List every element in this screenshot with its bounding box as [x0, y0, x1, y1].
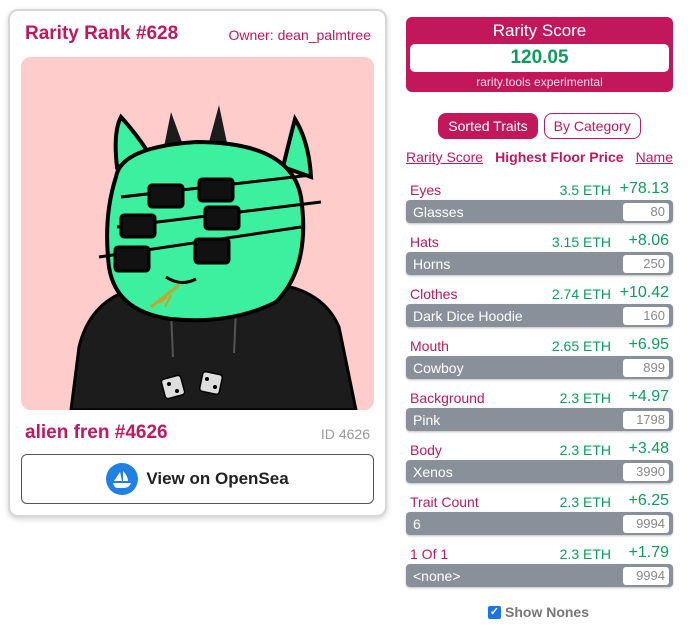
nft-card: Rarity Rank #628 Owner: dean_palmtree al… [8, 9, 387, 517]
trait-score: +6.95 [628, 336, 669, 353]
trait-name: Body [410, 442, 442, 458]
trait-value: Horns [413, 255, 451, 272]
opensea-logo-icon [106, 463, 139, 495]
trait-score: +8.06 [628, 232, 669, 249]
trait-count: 250 [623, 254, 669, 273]
rarity-rank-title: Rarity Rank #628 [25, 23, 179, 44]
trait-value: 6 [413, 515, 421, 532]
trait-name: Trait Count [410, 494, 479, 510]
trait-count: 9994 [623, 514, 669, 533]
opensea-button-label: View on OpenSea [146, 469, 289, 488]
trait-floor-price: 2.3 ETH [559, 390, 611, 406]
trait-count: 160 [623, 306, 669, 325]
trait-row[interactable]: Mouth 2.65 ETH +6.95 Cowboy 899 [406, 334, 673, 386]
trait-score: +3.48 [628, 440, 669, 457]
trait-row[interactable]: Clothes 2.74 ETH +10.42 Dark Dice Hoodie 16… [406, 282, 673, 334]
trait-row[interactable]: Trait Count 2.3 ETH +6.25 6 9994 [406, 490, 673, 542]
tab-sorted-traits[interactable]: Sorted Traits [438, 113, 538, 139]
sort-name[interactable]: Name [636, 149, 673, 165]
trait-floor-price: 2.3 ETH [559, 494, 611, 510]
rarity-score-value: 120.05 [410, 44, 669, 72]
trait-row[interactable]: Eyes 3.5 ETH +78.13 Glasses 80 [406, 178, 673, 230]
trait-floor-price: 2.3 ETH [559, 442, 611, 458]
view-on-opensea-button[interactable]: View on OpenSea [21, 454, 374, 504]
traits-list: Eyes 3.5 ETH +78.13 Glasses 80 Hats 3.15 ETH… [406, 178, 673, 594]
sort-rarity-score[interactable]: Rarity Score [406, 149, 483, 165]
trait-value: <none> [413, 567, 461, 584]
trait-name: Eyes [410, 182, 442, 198]
trait-value: Cowboy [413, 359, 464, 376]
trait-value: Pink [413, 411, 441, 428]
trait-row[interactable]: Body 2.3 ETH +3.48 Xenos 3990 [406, 438, 673, 490]
trait-count: 9994 [623, 566, 669, 585]
trait-row[interactable]: Hats 3.15 ETH +8.06 Horns 250 [406, 230, 673, 282]
trait-floor-price: 3.15 ETH [551, 234, 611, 250]
rarity-score-subtitle: rarity.tools experimental [476, 75, 603, 89]
trait-row[interactable]: Background 2.3 ETH +4.97 Pink 1798 [406, 386, 673, 438]
trait-view-tabs: Sorted Traits By Category [406, 113, 673, 139]
rarity-score-box: Rarity Score 120.05 rarity.tools experim… [406, 17, 673, 92]
owner-link[interactable]: dean_palmtree [278, 27, 371, 43]
trait-count: 899 [623, 358, 669, 377]
trait-name: 1 Of 1 [410, 546, 449, 562]
trait-name: Clothes [410, 286, 458, 302]
trait-name: Mouth [410, 338, 449, 354]
trait-count: 3990 [623, 462, 669, 481]
show-nones-label: Show Nones [505, 604, 590, 620]
trait-count: 1798 [623, 410, 669, 429]
nft-name: alien fren #4626 [25, 422, 168, 443]
trait-floor-price: 2.74 ETH [551, 286, 611, 302]
owner-label: Owner: [228, 27, 274, 43]
owner-info: Owner: dean_palmtree [228, 27, 371, 43]
trait-name: Background [410, 390, 485, 406]
id-label: ID [320, 426, 335, 442]
id-value: 4626 [338, 426, 370, 442]
trait-floor-price: 2.65 ETH [551, 338, 611, 354]
trait-score: +6.25 [628, 492, 669, 509]
trait-value: Dark Dice Hoodie [413, 307, 523, 324]
trait-score: +10.42 [619, 284, 669, 301]
sort-options: Rarity Score Highest Floor Price Name [406, 149, 673, 165]
trait-name: Hats [410, 234, 439, 250]
alien-fren-artwork [21, 57, 374, 410]
nft-id: ID 4626 [321, 426, 370, 442]
tab-by-category[interactable]: By Category [543, 113, 641, 139]
nft-image[interactable] [21, 57, 374, 410]
trait-score: +78.13 [619, 180, 669, 197]
show-nones-toggle[interactable]: ✓ Show Nones [488, 604, 589, 620]
trait-value: Glasses [413, 203, 464, 220]
trait-score: +1.79 [628, 544, 669, 561]
trait-count: 80 [623, 202, 669, 221]
rarity-score-title: Rarity Score [492, 21, 587, 40]
checkmark-icon[interactable]: ✓ [488, 605, 501, 619]
sort-highest-floor-price[interactable]: Highest Floor Price [495, 149, 623, 165]
trait-score: +4.97 [628, 388, 669, 405]
trait-floor-price: 2.3 ETH [559, 546, 611, 562]
trait-floor-price: 3.5 ETH [559, 182, 611, 198]
trait-value: Xenos [413, 463, 453, 480]
trait-row[interactable]: 1 Of 1 2.3 ETH +1.79 <none> 9994 [406, 542, 673, 594]
